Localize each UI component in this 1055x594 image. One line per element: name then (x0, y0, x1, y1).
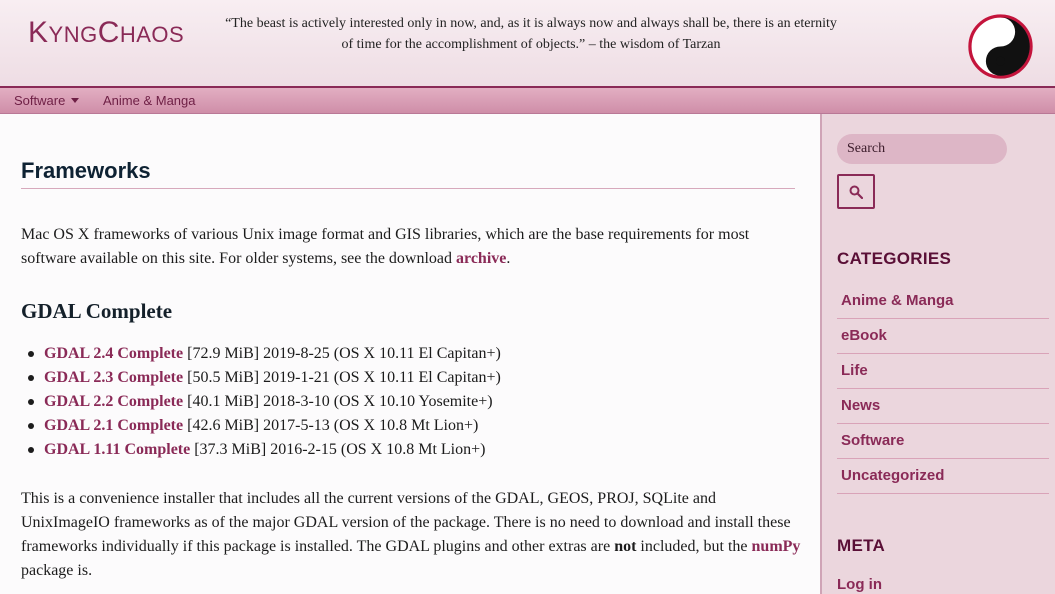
nav-item-anime-manga[interactable]: Anime & Manga (103, 93, 196, 108)
description-paragraph: This is a convenience installer that inc… (21, 487, 801, 583)
desc-text: package is. (21, 562, 93, 579)
download-details: [72.9 MiB] 2019-8-25 (OS X 10.11 El Capi… (183, 345, 501, 362)
list-item: GDAL 2.2 Complete [40.1 MiB] 2018-3-10 (… (28, 390, 501, 414)
page-title: Frameworks (21, 158, 151, 183)
sidebar: CATEGORIES Anime & Manga eBook Life News… (820, 114, 1055, 594)
title-divider (21, 188, 795, 189)
category-label: Life (841, 362, 868, 379)
nav-item-software[interactable]: Software (14, 93, 80, 108)
categories-heading: CATEGORIES (837, 249, 952, 268)
site-header: KYNGCHAOS “The beast is actively interes… (0, 0, 1055, 86)
category-item[interactable]: Life (837, 354, 1049, 389)
category-item[interactable]: Anime & Manga (837, 284, 1049, 319)
intro-paragraph: Mac OS X frameworks of various Unix imag… (21, 223, 801, 271)
magnifier-icon (849, 185, 863, 199)
nav-item-label: Software (14, 93, 66, 108)
download-link[interactable]: GDAL 2.3 Complete (44, 369, 183, 386)
main-nav: Software Anime & Manga (0, 86, 1055, 114)
numpy-link[interactable]: numPy (752, 538, 801, 555)
list-item: GDAL 2.4 Complete [72.9 MiB] 2019-8-25 (… (28, 342, 501, 366)
search-input[interactable] (837, 134, 1007, 164)
category-item[interactable]: News (837, 389, 1049, 424)
site-title[interactable]: KYNGCHAOS (28, 14, 184, 54)
category-item[interactable]: Software (837, 424, 1049, 459)
list-item: GDAL 2.3 Complete [50.5 MiB] 2019-1-21 (… (28, 366, 501, 390)
section-heading: GDAL Complete (21, 299, 173, 323)
download-details: [37.3 MiB] 2016-2-15 (OS X 10.8 Mt Lion+… (190, 441, 486, 458)
category-label: Uncategorized (841, 467, 945, 484)
category-label: News (841, 397, 881, 414)
category-item[interactable]: eBook (837, 319, 1049, 354)
download-link[interactable]: GDAL 2.4 Complete (44, 345, 183, 362)
list-item: GDAL 2.1 Complete [42.6 MiB] 2017-5-13 (… (28, 414, 501, 438)
search-button[interactable] (837, 174, 875, 209)
intro-end: . (506, 250, 511, 267)
download-details: [50.5 MiB] 2019-1-21 (OS X 10.11 El Capi… (183, 369, 501, 386)
main-content: Frameworks Mac OS X frameworks of variou… (0, 114, 820, 594)
desc-text: included, but the (636, 538, 752, 555)
site-tagline: “The beast is actively interested only i… (225, 16, 837, 52)
caret-down-icon (71, 98, 80, 103)
download-link[interactable]: GDAL 2.2 Complete (44, 393, 183, 410)
list-item: GDAL 1.11 Complete [37.3 MiB] 2016-2-15 … (28, 438, 501, 462)
download-details: [40.1 MiB] 2018-3-10 (OS X 10.10 Yosemit… (183, 393, 493, 410)
archive-link[interactable]: archive (456, 250, 506, 267)
category-label: Software (841, 432, 905, 449)
yin-yang-icon[interactable] (968, 14, 1033, 79)
category-label: eBook (841, 327, 887, 344)
download-link[interactable]: GDAL 2.1 Complete (44, 417, 183, 434)
download-list: GDAL 2.4 Complete [72.9 MiB] 2019-8-25 (… (28, 342, 501, 462)
category-item[interactable]: Uncategorized (837, 459, 1049, 494)
meta-login-link[interactable]: Log in (837, 576, 882, 593)
desc-bold: not (614, 538, 637, 555)
download-link[interactable]: GDAL 1.11 Complete (44, 441, 190, 458)
intro-text: Mac OS X frameworks of various Unix imag… (21, 226, 750, 267)
category-label: Anime & Manga (841, 292, 954, 309)
meta-heading: META (837, 536, 886, 555)
download-details: [42.6 MiB] 2017-5-13 (OS X 10.8 Mt Lion+… (183, 417, 479, 434)
